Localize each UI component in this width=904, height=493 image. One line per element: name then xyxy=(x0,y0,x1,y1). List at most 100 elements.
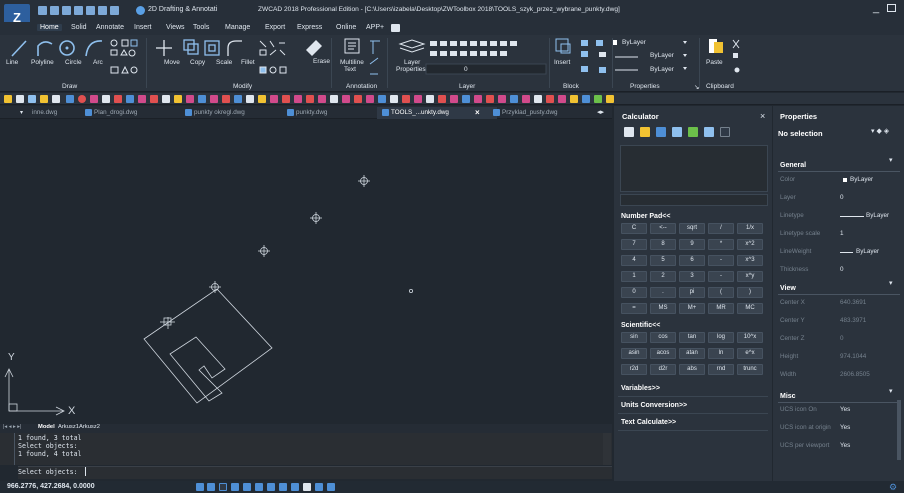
variables-toggle[interactable]: Variables>> xyxy=(621,385,660,392)
toolbar-icon[interactable] xyxy=(40,95,48,103)
calculator-key[interactable]: C xyxy=(621,223,647,234)
layout-tab[interactable]: Arkusz1 xyxy=(58,424,79,430)
calculator-key[interactable]: 0 xyxy=(621,287,647,298)
tab-solid[interactable]: Solid xyxy=(71,24,87,31)
toolbar-icon[interactable] xyxy=(582,95,590,103)
dynamic-ucs-icon[interactable] xyxy=(267,483,275,491)
linetype-select[interactable]: ByLayer xyxy=(650,52,674,59)
tab-express[interactable]: Express xyxy=(297,24,322,31)
doc-tab[interactable]: inne.dwg xyxy=(32,109,57,116)
property-value[interactable]: ByLayer xyxy=(850,176,873,183)
toolbar-icon[interactable] xyxy=(402,95,410,103)
minimize-button[interactable]: _ xyxy=(873,2,883,14)
toolbar-icon[interactable] xyxy=(198,95,206,103)
toolbar-icon[interactable] xyxy=(270,95,278,103)
tab-export[interactable]: Export xyxy=(265,24,285,31)
scientific-toggle[interactable]: Scientific<< xyxy=(621,322,660,329)
calculator-key[interactable]: 1 xyxy=(621,271,647,282)
multiline-text-button[interactable]: Multiline xyxy=(340,59,364,66)
erase-button[interactable]: Erase xyxy=(313,58,330,65)
toolbar-icon[interactable] xyxy=(78,95,86,103)
fillet-button[interactable]: Fillet xyxy=(241,59,255,66)
toolbar-icon[interactable] xyxy=(474,95,482,103)
property-value[interactable]: ByLayer xyxy=(866,212,889,219)
toolbar-icon[interactable] xyxy=(510,95,518,103)
doc-tab[interactable]: punkty okregl.dwg xyxy=(194,109,245,116)
number-pad-toggle[interactable]: Number Pad<< xyxy=(621,213,670,220)
transparency-icon[interactable] xyxy=(303,483,311,491)
toolbar-icon[interactable] xyxy=(330,95,338,103)
doc-tab-active[interactable]: TOOLS_...unkty.dwg xyxy=(391,109,449,116)
doc-tab[interactable]: Przyklad_pusty.dwg xyxy=(502,109,558,116)
command-input[interactable] xyxy=(18,466,612,479)
property-value[interactable]: 974.1044 xyxy=(840,353,866,360)
calculator-key[interactable]: ) xyxy=(737,287,763,298)
calculator-key[interactable]: 7 xyxy=(621,239,647,250)
calculator-key[interactable]: sqrt xyxy=(679,223,705,234)
lineweight-select[interactable]: ByLayer xyxy=(650,66,674,73)
calculator-key[interactable]: asin xyxy=(621,348,647,359)
move-button[interactable]: Move xyxy=(164,59,180,66)
toolbar-icon[interactable] xyxy=(606,95,614,103)
calculator-key[interactable]: 2 xyxy=(650,271,676,282)
calculator-key[interactable]: 9 xyxy=(679,239,705,250)
toolbar-icon[interactable] xyxy=(28,95,36,103)
line-button[interactable]: Line xyxy=(6,59,18,66)
toolbar-icon[interactable] xyxy=(90,95,98,103)
toolbar-icon[interactable] xyxy=(522,95,530,103)
toolbar-icon[interactable] xyxy=(570,95,578,103)
open-file-icon[interactable] xyxy=(50,6,59,15)
workspace-gear-icon[interactable] xyxy=(136,6,145,15)
toolbar-icon[interactable] xyxy=(594,95,602,103)
layout-nav-icons[interactable]: |◂ ◂ ▸ ▸| xyxy=(3,424,22,430)
calculator-key[interactable]: log xyxy=(708,332,734,343)
toolbar-icon[interactable] xyxy=(114,95,122,103)
calculator-key[interactable]: x^2 xyxy=(737,239,763,250)
distance-icon[interactable] xyxy=(656,127,666,137)
property-value[interactable]: Yes xyxy=(840,442,850,449)
misc-section-header[interactable]: Misc xyxy=(780,393,796,400)
calculator-key[interactable]: <-- xyxy=(650,223,676,234)
toolbar-icon[interactable] xyxy=(150,95,158,103)
new-file-icon[interactable] xyxy=(38,6,47,15)
calculator-key[interactable]: - xyxy=(708,271,734,282)
text-calculate-toggle[interactable]: Text Calculate>> xyxy=(621,419,676,426)
calculator-key[interactable]: MR xyxy=(708,303,734,314)
toolbar-icon[interactable] xyxy=(282,95,290,103)
calculator-key[interactable]: acos xyxy=(650,348,676,359)
toolbar-icon[interactable] xyxy=(16,95,24,103)
calculator-key[interactable]: x^y xyxy=(737,271,763,282)
calculator-input[interactable] xyxy=(620,194,768,206)
layer-properties-button[interactable]: Layer xyxy=(404,59,420,66)
paste-button[interactable]: Paste xyxy=(706,59,723,66)
property-value[interactable]: 0 xyxy=(840,194,844,201)
arc-button[interactable]: Arc xyxy=(93,59,103,66)
property-value[interactable]: 1 xyxy=(840,230,844,237)
toolbar-icon[interactable] xyxy=(342,95,350,103)
toolbar-icon[interactable] xyxy=(378,95,386,103)
maximize-button[interactable] xyxy=(887,4,896,12)
calculator-key[interactable]: MS xyxy=(650,303,676,314)
toolbar-icon[interactable] xyxy=(426,95,434,103)
toolbar-icon[interactable] xyxy=(306,95,314,103)
tab-scroll-icon[interactable]: ◂▸ xyxy=(597,108,604,116)
collapse-general-icon[interactable]: ▾ xyxy=(889,156,893,164)
toolbar-icon[interactable] xyxy=(450,95,458,103)
multiline-text-sublabel[interactable]: Text xyxy=(344,66,356,73)
calculator-key[interactable]: atan xyxy=(679,348,705,359)
save-as-icon[interactable] xyxy=(74,6,83,15)
tab-tools[interactable]: Tools xyxy=(193,24,209,31)
toolbar-icon[interactable] xyxy=(462,95,470,103)
toolbar-icon[interactable] xyxy=(162,95,170,103)
calculator-key[interactable]: 6 xyxy=(679,255,705,266)
calculator-key[interactable]: M+ xyxy=(679,303,705,314)
get-coordinates-icon[interactable] xyxy=(640,127,650,137)
copy-button[interactable]: Copy xyxy=(190,59,205,66)
calculator-key[interactable]: 5 xyxy=(650,255,676,266)
calculator-key[interactable]: x^3 xyxy=(737,255,763,266)
toolbar-icon[interactable] xyxy=(294,95,302,103)
toolbar-icon[interactable] xyxy=(234,95,242,103)
collapse-misc-icon[interactable]: ▾ xyxy=(889,387,893,395)
property-value[interactable]: 2606.8505 xyxy=(840,371,870,378)
units-conversion-toggle[interactable]: Units Conversion>> xyxy=(621,402,687,409)
